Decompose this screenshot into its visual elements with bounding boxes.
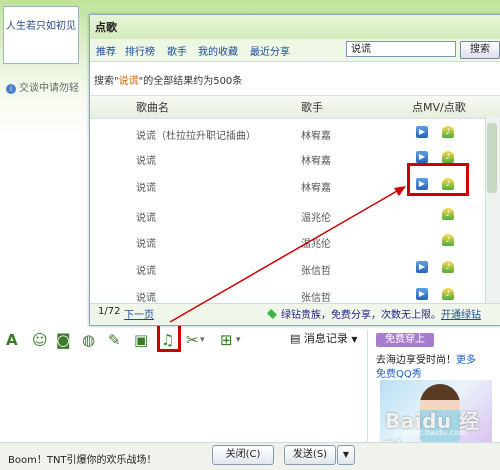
arrow-line: [169, 186, 405, 323]
annotation-arrow: [169, 186, 406, 323]
